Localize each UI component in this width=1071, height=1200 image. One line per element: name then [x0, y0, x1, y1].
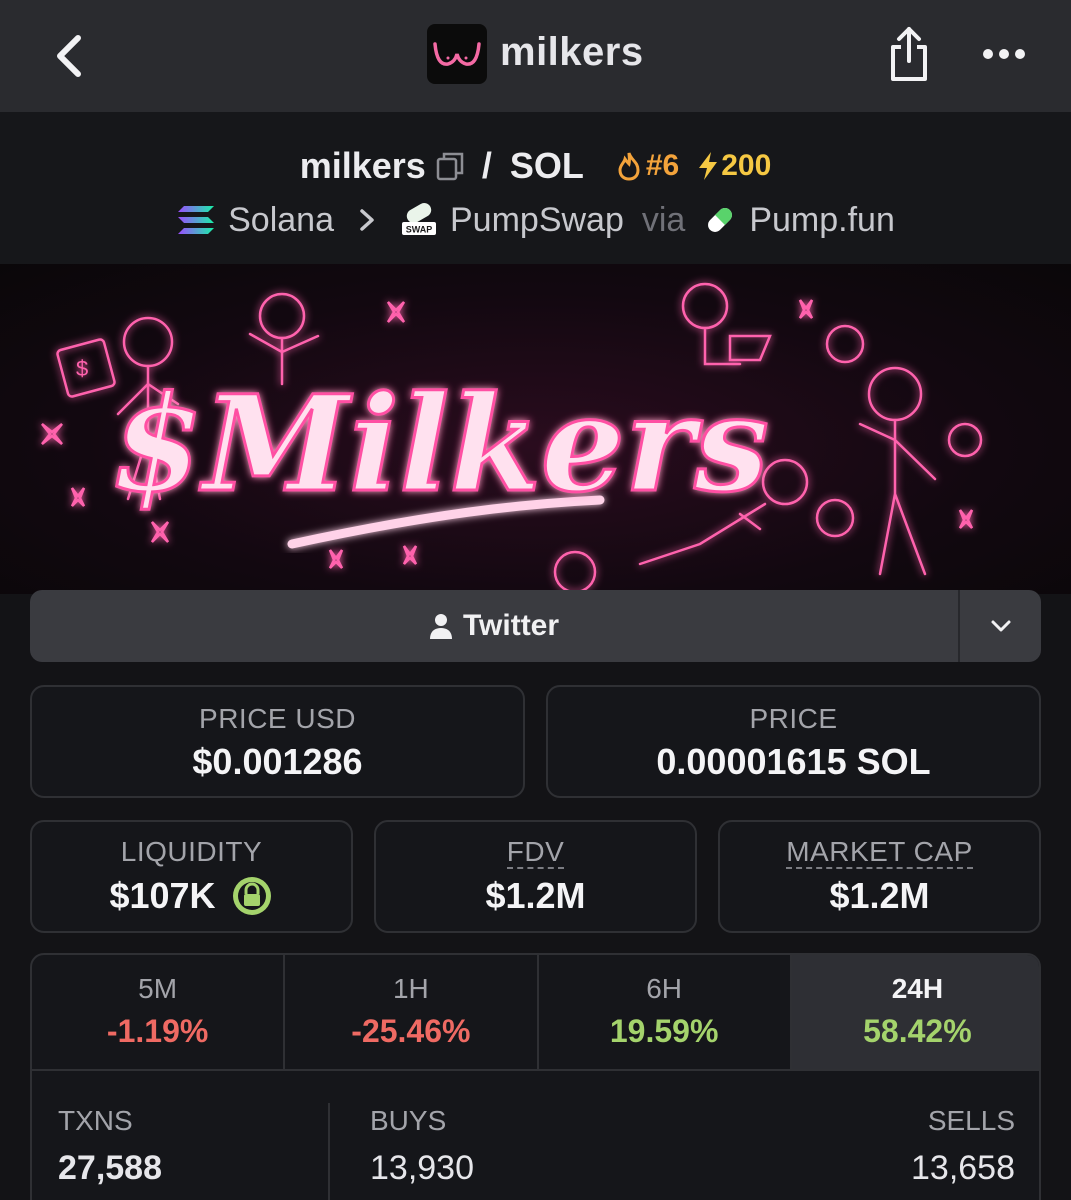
- price-native-label: PRICE: [749, 703, 838, 734]
- lock-icon[interactable]: [230, 874, 274, 918]
- launchpad-name: Pump.fun: [749, 200, 895, 239]
- copy-icon[interactable]: [436, 151, 464, 181]
- tab-24h-label: 24H: [891, 973, 944, 1004]
- buys-label: BUYS: [370, 1105, 447, 1136]
- price-usd-value: $0.001286: [192, 741, 363, 782]
- market-cap-card[interactable]: MARKET CAP $1.2M: [718, 820, 1041, 933]
- twitter-label: Twitter: [462, 609, 560, 642]
- sells-label: SELLS: [927, 1105, 1015, 1136]
- market-cap-label: MARKET CAP: [786, 836, 973, 869]
- dex-name: PumpSwap: [450, 200, 624, 239]
- chain-name: Solana: [228, 200, 334, 239]
- tab-6h[interactable]: 6H 19.59%: [539, 955, 792, 1069]
- tab-6h-label: 6H: [646, 973, 683, 1004]
- pair-separator: /: [481, 145, 492, 186]
- chevron-left-icon: [57, 35, 81, 77]
- timeframe-tabs: 5M -1.19% 1H -25.46% 6H 19.59% 24H 58.42…: [32, 955, 1039, 1071]
- tab-24h[interactable]: 24H 58.42%: [791, 955, 1039, 1069]
- tab-5m-label: 5M: [138, 973, 178, 1004]
- pill-icon: [708, 208, 733, 232]
- price-usd-card: PRICE USD $0.001286: [30, 685, 525, 798]
- socials-bar: Twitter: [30, 590, 1041, 662]
- socials-dropdown-button[interactable]: [960, 590, 1041, 662]
- lightning-icon: [699, 152, 718, 180]
- via-label: via: [641, 200, 686, 239]
- app-title: milkers: [500, 30, 644, 74]
- liquidity-value-row: $107K: [32, 874, 351, 918]
- ellipsis-icon: [983, 49, 1025, 59]
- svg-text:$: $: [76, 356, 88, 381]
- token-logo-icon: [433, 42, 481, 66]
- market-cap-value: $1.2M: [829, 875, 930, 916]
- fdv-label: FDV: [506, 836, 565, 869]
- dex-link-pumpswap[interactable]: SWAP PumpSwap: [400, 201, 624, 240]
- txns-divider: [328, 1103, 330, 1200]
- share-button[interactable]: [880, 22, 938, 86]
- tab-1h-label: 1H: [392, 973, 429, 1004]
- buys-column: BUYS 13,930: [370, 1105, 474, 1188]
- price-native-value: 0.00001615 SOL: [656, 741, 931, 782]
- tab-6h-change: 19.59%: [609, 1013, 719, 1049]
- transactions-row: TXNS 27,588 BUYS 13,930 SELLS 13,658: [32, 1071, 1039, 1200]
- tab-24h-change: 58.42%: [863, 1013, 972, 1049]
- trending-rank-value: #6: [645, 149, 680, 182]
- liquidity-card: LIQUIDITY $107K: [30, 820, 353, 933]
- tab-1h-change: -25.46%: [351, 1013, 471, 1049]
- fdv-value: $1.2M: [485, 875, 586, 916]
- top-nav-bar: milkers: [0, 0, 1071, 112]
- more-options-button[interactable]: [975, 30, 1033, 78]
- back-button[interactable]: [40, 28, 96, 84]
- tab-5m-change: -1.19%: [106, 1013, 209, 1049]
- banner-artwork: $ $Milkers: [41, 282, 983, 594]
- chevron-right-icon: [360, 209, 374, 231]
- sells-value: 13,658: [911, 1149, 1015, 1187]
- price-native-card: PRICE 0.00001615 SOL: [546, 685, 1041, 798]
- liquidity-label: LIQUIDITY: [120, 836, 263, 867]
- token-logo: [427, 24, 487, 84]
- pair-quote-symbol: SOL: [509, 145, 584, 186]
- tab-5m[interactable]: 5M -1.19%: [32, 955, 286, 1069]
- buys-value: 13,930: [370, 1149, 474, 1187]
- timeframe-stats: 5M -1.19% 1H -25.46% 6H 19.59% 24H 58.42…: [30, 953, 1041, 1200]
- banner-title: $Milkers: [111, 367, 769, 522]
- flame-icon: [618, 152, 640, 181]
- token-banner-image: $ $Milkers: [0, 264, 1071, 594]
- fdv-card[interactable]: FDV $1.2M: [374, 820, 697, 933]
- solana-icon: [178, 206, 215, 234]
- pair-title-row: milkers / SOL #6 200: [0, 142, 1071, 190]
- share-icon: [891, 27, 927, 81]
- chain-link-solana[interactable]: Solana: [176, 201, 334, 240]
- svg-text:SWAP: SWAP: [406, 225, 433, 235]
- boost-count-value: 200: [721, 149, 772, 182]
- chevron-down-icon: [991, 620, 1010, 632]
- txns-column: TXNS 27,588: [58, 1105, 162, 1188]
- price-usd-label: PRICE USD: [199, 703, 356, 734]
- pair-base-symbol: milkers: [299, 145, 426, 186]
- txns-label: TXNS: [58, 1105, 133, 1136]
- boost-count[interactable]: 200: [697, 149, 771, 183]
- twitter-button[interactable]: Twitter: [30, 590, 958, 662]
- liquidity-value: $107K: [109, 875, 216, 916]
- chain-dex-row: Solana SWAP PumpSwap via Pump.fun: [0, 196, 1071, 244]
- trending-rank[interactable]: #6: [616, 149, 679, 183]
- tab-1h[interactable]: 1H -25.46%: [285, 955, 539, 1069]
- pumpswap-icon: SWAP: [402, 203, 436, 235]
- txns-value: 27,588: [58, 1149, 162, 1187]
- launchpad-link-pumpfun[interactable]: Pump.fun: [703, 201, 895, 240]
- user-icon: [429, 614, 452, 639]
- pair-header: milkers / SOL #6 200 Solana SWAP PumpSwa…: [0, 112, 1071, 264]
- sells-column: SELLS 13,658: [911, 1105, 1015, 1188]
